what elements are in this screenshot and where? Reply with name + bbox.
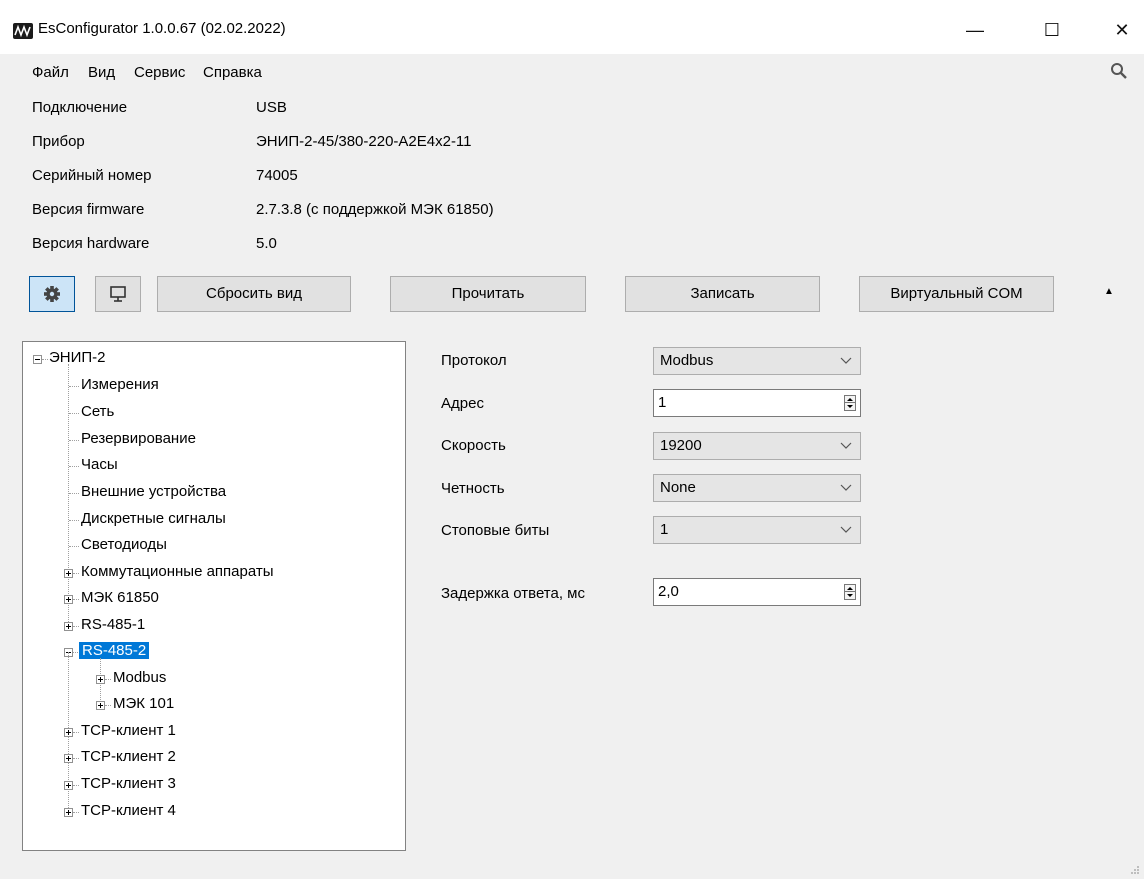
write-button[interactable]: Записать xyxy=(625,276,820,312)
spin-arrows-icon[interactable] xyxy=(844,395,856,411)
connection-value: USB xyxy=(256,99,287,116)
tree-item-clock[interactable]: Часы xyxy=(81,453,118,477)
tree-view[interactable]: ЭНИП-2 Измерения Сеть Резервирование Час… xyxy=(22,341,406,851)
selected-item-label: RS-485-2 xyxy=(79,642,150,659)
tree-item-rs485-2[interactable]: RS-485-2 xyxy=(79,639,150,663)
address-label: Адрес xyxy=(441,395,484,412)
collapse-arrow-icon[interactable]: ▲ xyxy=(1104,286,1114,297)
tree-item-iec61850[interactable]: МЭК 61850 xyxy=(81,586,159,610)
stopbits-label: Стоповые биты xyxy=(441,522,550,539)
search-icon[interactable] xyxy=(1110,62,1128,80)
speed-select[interactable]: 19200 xyxy=(653,432,861,460)
protocol-value: Modbus xyxy=(660,352,714,369)
gear-icon xyxy=(44,286,60,302)
menu-file[interactable]: Файл xyxy=(32,64,69,81)
delay-value: 2,0 xyxy=(658,583,679,600)
address-value: 1 xyxy=(658,394,667,411)
serial-label: Серийный номер xyxy=(32,167,152,184)
tree-item-discrete-signals[interactable]: Дискретные сигналы xyxy=(81,507,226,531)
settings-button[interactable] xyxy=(29,276,75,312)
monitor-icon xyxy=(110,286,126,302)
expand-toggle-icon[interactable] xyxy=(64,595,73,604)
delay-label: Задержка ответа, мс xyxy=(441,585,585,602)
reset-view-button[interactable]: Сбросить вид xyxy=(157,276,351,312)
close-button[interactable]: ✕ xyxy=(1102,14,1142,46)
speed-value: 19200 xyxy=(660,437,702,454)
expand-toggle-icon[interactable] xyxy=(64,728,73,737)
serial-value: 74005 xyxy=(256,167,298,184)
parity-value: None xyxy=(660,479,696,496)
stopbits-value: 1 xyxy=(660,521,669,538)
menu-view[interactable]: Вид xyxy=(88,64,115,81)
expand-toggle-icon[interactable] xyxy=(64,808,73,817)
menu-service[interactable]: Сервис xyxy=(134,64,185,81)
menu-bar: Файл Вид Сервис Справка xyxy=(0,56,1144,90)
expand-toggle-icon[interactable] xyxy=(64,622,73,631)
app-logo-icon xyxy=(13,23,33,39)
delay-spinbox[interactable]: 2,0 xyxy=(653,578,861,606)
resize-grip-icon[interactable] xyxy=(1130,865,1140,875)
tree-item-measurements[interactable]: Измерения xyxy=(81,373,159,397)
tree-item-external-devices[interactable]: Внешние устройства xyxy=(81,480,226,504)
maximize-button[interactable]: ☐ xyxy=(1032,14,1072,46)
tree-item-tcp-client-1[interactable]: TCP-клиент 1 xyxy=(81,719,176,743)
expand-toggle-icon[interactable] xyxy=(64,754,73,763)
protocol-label: Протокол xyxy=(441,352,507,369)
tree-item-tcp-client-3[interactable]: TCP-клиент 3 xyxy=(81,772,176,796)
monitor-button[interactable] xyxy=(95,276,141,312)
tree-item-rs485-1[interactable]: RS-485-1 xyxy=(81,613,145,637)
expand-toggle-icon[interactable] xyxy=(96,701,105,710)
tree-item-switching-devices[interactable]: Коммутационные аппараты xyxy=(81,560,274,584)
tree-item-modbus[interactable]: Modbus xyxy=(113,666,166,690)
virtual-com-button[interactable]: Виртуальный COM xyxy=(859,276,1054,312)
chevron-down-icon xyxy=(840,526,852,533)
tree-item-network[interactable]: Сеть xyxy=(81,400,114,424)
chevron-down-icon xyxy=(840,442,852,449)
expand-toggle-icon[interactable] xyxy=(96,675,105,684)
tree-item-iec101[interactable]: МЭК 101 xyxy=(113,692,174,716)
connection-label: Подключение xyxy=(32,99,128,116)
expand-toggle-icon[interactable] xyxy=(64,781,73,790)
parity-label: Четность xyxy=(441,480,505,497)
spin-arrows-icon[interactable] xyxy=(844,584,856,600)
tree-item-tcp-client-2[interactable]: TCP-клиент 2 xyxy=(81,745,176,769)
device-label: Прибор xyxy=(32,133,85,150)
title-bar: EsConfigurator 1.0.0.67 (02.02.2022) — ☐… xyxy=(0,0,1144,54)
menu-help[interactable]: Справка xyxy=(203,64,262,81)
tree-item-root[interactable]: ЭНИП-2 xyxy=(49,346,106,370)
device-value: ЭНИП-2-45/380-220-А2Е4х2-11 xyxy=(256,133,472,150)
chevron-down-icon xyxy=(840,484,852,491)
tree-item-leds[interactable]: Светодиоды xyxy=(81,533,167,557)
collapse-toggle-icon[interactable] xyxy=(33,355,42,364)
window-title: EsConfigurator 1.0.0.67 (02.02.2022) xyxy=(38,20,286,37)
tree-item-redundancy[interactable]: Резервирование xyxy=(81,427,196,451)
hardware-value: 5.0 xyxy=(256,235,277,252)
stopbits-select[interactable]: 1 xyxy=(653,516,861,544)
chevron-down-icon xyxy=(840,357,852,364)
protocol-select[interactable]: Modbus xyxy=(653,347,861,375)
firmware-label: Версия firmware xyxy=(32,201,145,218)
expand-toggle-icon[interactable] xyxy=(64,569,73,578)
parity-select[interactable]: None xyxy=(653,474,861,502)
read-button[interactable]: Прочитать xyxy=(390,276,586,312)
address-spinbox[interactable]: 1 xyxy=(653,389,861,417)
minimize-button[interactable]: — xyxy=(955,14,995,46)
tree-item-tcp-client-4[interactable]: TCP-клиент 4 xyxy=(81,799,176,823)
hardware-label: Версия hardware xyxy=(32,235,150,252)
speed-label: Скорость xyxy=(441,437,506,454)
firmware-value: 2.7.3.8 (с поддержкой МЭК 61850) xyxy=(256,201,494,218)
